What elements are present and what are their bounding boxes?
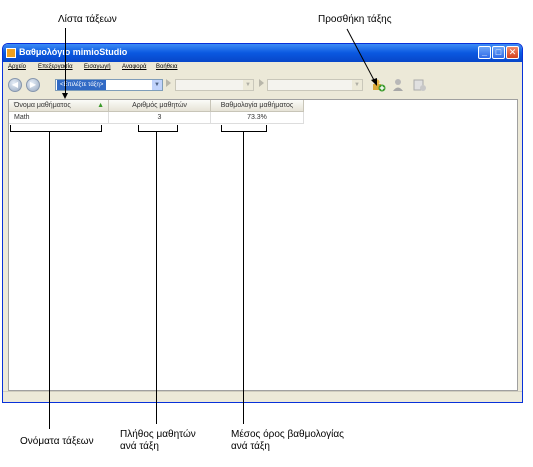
minimize-button[interactable]: _ xyxy=(478,46,491,59)
menu-file[interactable]: Αρχείο xyxy=(8,64,26,70)
menu-bar: Αρχείο Επεξεργασία Εισαγωγή Αναφορά Βοήθ… xyxy=(3,62,522,74)
menu-help[interactable]: Βοήθεια xyxy=(156,64,178,70)
app-window: Βαθμολόγιο mimioStudio _ □ ✕ Αρχείο Επεξ… xyxy=(2,43,523,403)
annotation-students-count-line2: ανά τάξη xyxy=(120,441,159,452)
sort-ascending-icon: ▲ xyxy=(97,102,104,109)
bracket-class-names xyxy=(10,125,102,132)
table-row-students-cell[interactable]: 3 xyxy=(109,112,211,124)
annotation-grade-average-line1: Μέσος όρος βαθμολογίας xyxy=(231,429,344,440)
close-button[interactable]: ✕ xyxy=(506,46,519,59)
add-class-icon[interactable] xyxy=(372,78,386,92)
annotation-class-names: Ονόματα τάξεων xyxy=(20,436,94,447)
menu-insert[interactable]: Εισαγωγή xyxy=(84,64,111,70)
leader-score xyxy=(243,131,244,424)
annotation-class-list: Λίστα τάξεων xyxy=(58,14,117,25)
column-header-score[interactable]: Βαθμολογία μαθήματος xyxy=(211,100,304,112)
classes-grid: Όνομα μαθήματος ▲ Αριθμός μαθητών Βαθμολ… xyxy=(8,99,518,391)
table-row-score-cell[interactable]: 73.3% xyxy=(211,112,304,124)
annotation-students-count: Πλήθος μαθητών ανά τάξη xyxy=(120,429,196,453)
annotation-grade-average-line2: ανά τάξη xyxy=(231,441,270,452)
maximize-button[interactable]: □ xyxy=(492,46,505,59)
menu-report[interactable]: Αναφορά xyxy=(122,64,146,70)
play-icon[interactable] xyxy=(259,79,264,87)
column-header-course-name[interactable]: Όνομα μαθήματος ▲ xyxy=(9,100,109,112)
app-icon xyxy=(6,48,16,58)
title-bar[interactable]: Βαθμολόγιο mimioStudio _ □ ✕ xyxy=(3,44,522,62)
leader-students xyxy=(156,131,157,424)
column-header-students[interactable]: Αριθμός μαθητών xyxy=(109,100,211,112)
tertiary-select[interactable]: ▼ xyxy=(267,79,363,91)
toolbar: ◀ ▶ <Επιλέξτε τάξη> ▼ ▼ ▼ xyxy=(3,75,522,97)
export-icon[interactable] xyxy=(413,78,427,92)
chevron-down-icon: ▼ xyxy=(152,80,162,90)
annotation-students-count-line1: Πλήθος μαθητών xyxy=(120,429,196,440)
leader-class-list xyxy=(65,28,66,94)
annotation-grade-average: Μέσος όρος βαθμολογίας ανά τάξη xyxy=(231,429,344,453)
user-icon[interactable] xyxy=(392,78,406,92)
forward-button[interactable]: ▶ xyxy=(26,78,40,92)
arrow-right-icon: ▶ xyxy=(29,80,37,89)
arrow-left-icon: ◀ xyxy=(11,80,19,89)
secondary-select[interactable]: ▼ xyxy=(175,79,254,91)
arrowhead-class-list xyxy=(62,93,68,99)
play-icon[interactable] xyxy=(166,79,171,87)
column-header-course-name-label: Όνομα μαθήματος xyxy=(14,102,71,109)
chevron-down-icon: ▼ xyxy=(352,80,362,90)
menu-edit[interactable]: Επεξεργασία xyxy=(38,64,73,70)
bracket-score xyxy=(221,125,267,132)
table-row-name-cell[interactable]: Math xyxy=(9,112,109,124)
bracket-students xyxy=(138,125,178,132)
annotation-add-class: Προσθήκη τάξης xyxy=(318,14,392,25)
status-bar xyxy=(3,391,522,402)
class-select[interactable]: <Επιλέξτε τάξη> ▼ xyxy=(55,79,163,91)
back-button[interactable]: ◀ xyxy=(8,78,22,92)
window-title: Βαθμολόγιο mimioStudio xyxy=(19,47,128,57)
leader-class-names xyxy=(49,131,50,429)
chevron-down-icon: ▼ xyxy=(243,80,253,90)
